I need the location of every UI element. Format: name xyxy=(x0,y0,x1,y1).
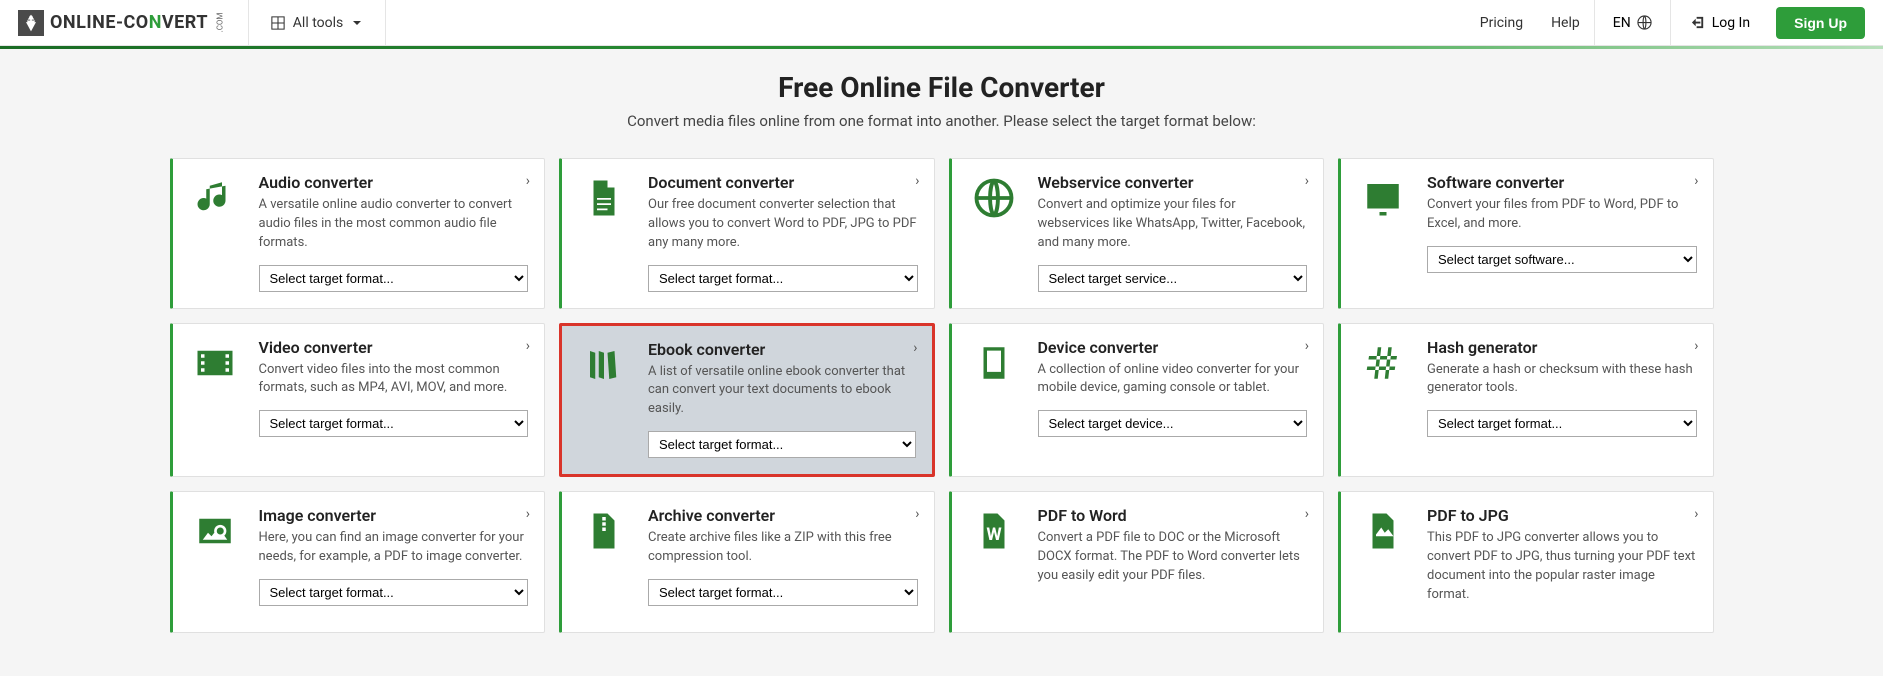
converter-card-device[interactable]: Device converter A collection of online … xyxy=(949,323,1325,478)
card-title: Archive converter xyxy=(648,506,918,525)
word-icon: W xyxy=(968,506,1020,616)
converter-card-document[interactable]: Document converter Our free document con… xyxy=(559,158,935,309)
ebook-icon xyxy=(578,340,630,459)
converter-grid: Audio converter A versatile online audio… xyxy=(162,158,1722,653)
chevron-right-icon: › xyxy=(1305,506,1309,522)
card-title: Image converter xyxy=(259,506,529,525)
target-format-select[interactable]: Select target format... xyxy=(648,579,918,606)
all-tools-button[interactable]: All tools xyxy=(249,0,386,45)
logo-text: ONLINE-CONVERT xyxy=(50,12,208,33)
converter-card-globe[interactable]: Webservice converter Convert and optimiz… xyxy=(949,158,1325,309)
audio-icon xyxy=(189,173,241,292)
chevron-right-icon: › xyxy=(526,338,530,354)
chevron-right-icon: › xyxy=(1694,506,1698,522)
chevron-right-icon: › xyxy=(526,173,530,189)
card-title: Software converter xyxy=(1427,173,1697,192)
card-title: Webservice converter xyxy=(1038,173,1308,192)
logo-com: .COM xyxy=(215,13,224,33)
converter-card-ebook[interactable]: Ebook converter A list of versatile onli… xyxy=(559,323,935,478)
globe-icon xyxy=(968,173,1020,292)
card-description: Convert and optimize your files for webs… xyxy=(1038,196,1308,253)
card-title: Audio converter xyxy=(259,173,529,192)
help-link[interactable]: Help xyxy=(1537,0,1594,45)
chevron-right-icon: › xyxy=(526,506,530,522)
card-title: Device converter xyxy=(1038,338,1308,357)
all-tools-label: All tools xyxy=(293,15,343,31)
language-label: EN xyxy=(1613,15,1631,31)
card-title: PDF to JPG xyxy=(1427,506,1697,525)
software-icon xyxy=(1357,173,1409,292)
card-description: Create archive files like a ZIP with thi… xyxy=(648,529,918,567)
target-format-select[interactable]: Select target format... xyxy=(259,410,529,437)
header: ONLINE-CONVERT .COM All tools Pricing He… xyxy=(0,0,1883,46)
card-title: PDF to Word xyxy=(1038,506,1308,525)
svg-text:W: W xyxy=(986,525,1002,545)
card-title: Video converter xyxy=(259,338,529,357)
globe-icon xyxy=(1637,15,1652,30)
card-description: A versatile online audio converter to co… xyxy=(259,196,529,253)
converter-card-video[interactable]: Video converter Convert video files into… xyxy=(170,323,546,478)
target-format-select[interactable]: Select target format... xyxy=(648,431,916,458)
video-icon xyxy=(189,338,241,461)
card-description: Convert a PDF file to DOC or the Microso… xyxy=(1038,529,1308,586)
chevron-down-icon xyxy=(351,17,363,29)
chevron-right-icon: › xyxy=(1305,338,1309,354)
chevron-right-icon: › xyxy=(913,340,917,356)
target-format-select[interactable]: Select target format... xyxy=(1427,410,1697,437)
chevron-right-icon: › xyxy=(915,173,919,189)
converter-card-word[interactable]: W PDF to Word Convert a PDF file to DOC … xyxy=(949,491,1325,633)
target-format-select[interactable]: Select target format... xyxy=(259,265,529,292)
converter-card-image[interactable]: Image converter Here, you can find an im… xyxy=(170,491,546,633)
target-format-select[interactable]: Select target device... xyxy=(1038,410,1308,437)
card-title: Hash generator xyxy=(1427,338,1697,357)
card-title: Ebook converter xyxy=(648,340,916,359)
target-format-select[interactable]: Select target format... xyxy=(259,579,529,606)
card-description: Generate a hash or checksum with these h… xyxy=(1427,361,1697,399)
card-title: Document converter xyxy=(648,173,918,192)
login-label: Log In xyxy=(1712,15,1750,31)
chevron-right-icon: › xyxy=(915,506,919,522)
card-description: Here, you can find an image converter fo… xyxy=(259,529,529,567)
card-description: A collection of online video converter f… xyxy=(1038,361,1308,399)
page-title: Free Online File Converter xyxy=(0,71,1883,104)
converter-card-hash[interactable]: Hash generator Generate a hash or checks… xyxy=(1338,323,1714,478)
converter-card-audio[interactable]: Audio converter A versatile online audio… xyxy=(170,158,546,309)
card-description: Convert video files into the most common… xyxy=(259,361,529,399)
logo[interactable]: ONLINE-CONVERT .COM xyxy=(0,0,249,45)
card-description: This PDF to JPG converter allows you to … xyxy=(1427,529,1697,604)
archive-icon xyxy=(578,506,630,616)
login-icon xyxy=(1691,15,1706,30)
chevron-right-icon: › xyxy=(1694,173,1698,189)
hash-icon xyxy=(1357,338,1409,461)
page-subtitle: Convert media files online from one form… xyxy=(0,112,1883,130)
target-format-select[interactable]: Select target format... xyxy=(648,265,918,292)
chevron-right-icon: › xyxy=(1694,338,1698,354)
signup-button[interactable]: Sign Up xyxy=(1776,7,1865,39)
converter-card-archive[interactable]: Archive converter Create archive files l… xyxy=(559,491,935,633)
card-description: A list of versatile online ebook convert… xyxy=(648,363,916,420)
jpg-icon xyxy=(1357,506,1409,616)
chevron-right-icon: › xyxy=(1305,173,1309,189)
login-button[interactable]: Log In xyxy=(1671,0,1770,45)
target-format-select[interactable]: Select target service... xyxy=(1038,265,1308,292)
image-icon xyxy=(189,506,241,616)
language-selector[interactable]: EN xyxy=(1594,0,1671,45)
target-format-select[interactable]: Select target software... xyxy=(1427,246,1697,273)
card-description: Convert your files from PDF to Word, PDF… xyxy=(1427,196,1697,234)
pricing-link[interactable]: Pricing xyxy=(1466,0,1537,45)
device-icon xyxy=(968,338,1020,461)
document-icon xyxy=(578,173,630,292)
converter-card-jpg[interactable]: PDF to JPG This PDF to JPG converter all… xyxy=(1338,491,1714,633)
logo-icon xyxy=(18,10,44,36)
grid-icon xyxy=(271,16,285,30)
converter-card-software[interactable]: Software converter Convert your files fr… xyxy=(1338,158,1714,309)
hero: Free Online File Converter Convert media… xyxy=(0,49,1883,158)
card-description: Our free document converter selection th… xyxy=(648,196,918,253)
